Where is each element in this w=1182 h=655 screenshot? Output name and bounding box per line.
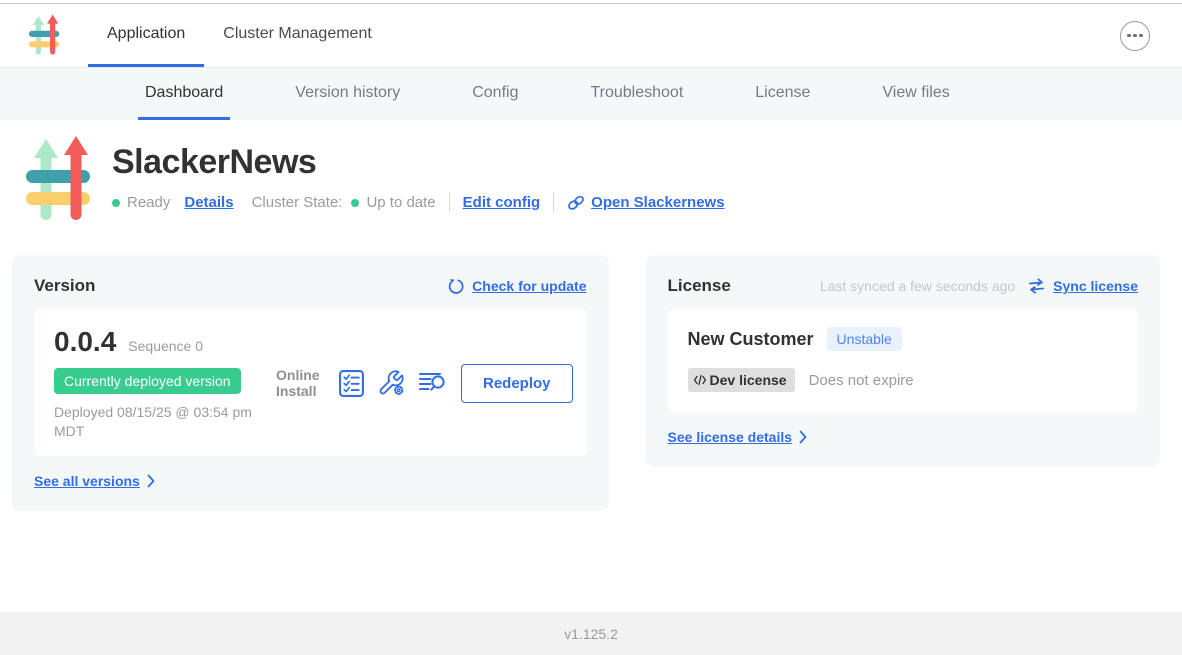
version-card-title: Version	[34, 276, 95, 296]
wrench-gear-icon	[377, 369, 405, 397]
main-nav-tabs: Application Cluster Management	[88, 4, 391, 67]
license-card-header: License Last synced a few seconds ago Sy…	[668, 276, 1138, 296]
sync-arrows-icon	[1027, 278, 1046, 294]
app-header: SlackerNews Ready Details Cluster State:…	[0, 120, 1182, 226]
subnav-troubleshoot-label: Troubleshoot	[590, 84, 683, 102]
subnav-version-history-label: Version history	[295, 84, 400, 102]
app-ready-dot-icon	[112, 199, 120, 207]
lines-magnifier-icon	[418, 371, 448, 395]
edit-config-link[interactable]: Edit config	[463, 194, 541, 211]
edit-config-button[interactable]	[377, 369, 405, 397]
license-card: License Last synced a few seconds ago Sy…	[646, 255, 1160, 467]
app-logo-large-icon	[24, 136, 100, 226]
open-app-label: Open Slackernews	[591, 194, 724, 211]
sync-license-link[interactable]: Sync license	[1027, 278, 1138, 294]
version-info: 0.0.4 Sequence 0 Currently deployed vers…	[54, 326, 276, 441]
subnav-config-label: Config	[472, 84, 518, 102]
deployed-badge: Currently deployed version	[54, 368, 241, 394]
more-menu-button[interactable]	[1120, 21, 1150, 51]
app-subnav: Dashboard Version history Config Trouble…	[0, 68, 1182, 120]
tab-cluster-management[interactable]: Cluster Management	[204, 4, 391, 67]
app-status-row: Ready Details Cluster State: Up to date …	[112, 193, 725, 212]
tab-cluster-management-label: Cluster Management	[223, 25, 372, 43]
chevron-right-icon	[147, 474, 155, 488]
chevron-right-icon	[799, 430, 807, 444]
dashboard-cards: Version Check for update 0.0.4	[0, 226, 1182, 511]
divider	[449, 193, 450, 212]
open-app-link[interactable]: Open Slackernews	[567, 194, 724, 211]
see-license-details-link[interactable]: See license details	[668, 429, 808, 445]
console-version-text: v1.125.2	[564, 626, 618, 642]
version-number: 0.0.4	[54, 326, 116, 358]
subnav-tab-dashboard[interactable]: Dashboard	[138, 68, 230, 120]
code-brackets-icon	[693, 374, 707, 386]
cluster-state-dot-icon	[351, 199, 359, 207]
app-state-text: Ready	[127, 194, 170, 211]
version-card-header: Version Check for update	[34, 276, 587, 296]
cluster-state-label: Cluster State:	[252, 194, 343, 211]
license-customer-row: New Customer Unstable	[688, 327, 1118, 351]
license-type-label: Dev license	[710, 372, 787, 388]
chain-link-icon	[567, 195, 585, 211]
admin-console-page: Application Cluster Management Dashboard…	[0, 0, 1182, 655]
see-license-details-label: See license details	[668, 429, 793, 445]
see-all-versions-link[interactable]: See all versions	[34, 473, 155, 489]
version-sequence: Sequence 0	[128, 338, 203, 354]
subnav-tab-license[interactable]: License	[748, 68, 817, 120]
divider	[553, 193, 554, 212]
console-footer: v1.125.2	[0, 612, 1182, 655]
subnav-tab-troubleshoot[interactable]: Troubleshoot	[583, 68, 690, 120]
license-card-title: License	[668, 276, 731, 296]
view-diff-button[interactable]	[418, 371, 448, 395]
app-title-block: SlackerNews Ready Details Cluster State:…	[112, 136, 725, 226]
page-title: SlackerNews	[112, 143, 725, 182]
license-type-badge: Dev license	[688, 368, 795, 392]
dashboard-main: SlackerNews Ready Details Cluster State:…	[0, 120, 1182, 612]
version-actions: Online Install	[276, 364, 573, 403]
tab-application-label: Application	[107, 25, 185, 43]
checklist-icon	[339, 370, 364, 397]
license-type-row: Dev license Does not expire	[688, 368, 1118, 392]
ellipsis-icon	[1127, 34, 1131, 38]
customer-name: New Customer	[688, 329, 814, 350]
refresh-icon	[447, 277, 465, 295]
app-logo-icon	[28, 14, 64, 58]
subnav-view-files-label: View files	[882, 84, 949, 102]
main-nav: Application Cluster Management	[0, 4, 1182, 68]
tab-application[interactable]: Application	[88, 4, 204, 67]
last-synced-text: Last synced a few seconds ago	[820, 278, 1015, 294]
subnav-tab-version-history[interactable]: Version history	[288, 68, 407, 120]
current-version-panel: 0.0.4 Sequence 0 Currently deployed vers…	[34, 309, 587, 456]
cluster-state-text: Up to date	[366, 194, 435, 211]
install-type-text: Online Install	[276, 367, 326, 401]
subnav-tab-config[interactable]: Config	[465, 68, 525, 120]
subnav-tab-view-files[interactable]: View files	[875, 68, 956, 120]
see-all-versions-label: See all versions	[34, 473, 140, 489]
check-for-update-label: Check for update	[472, 278, 586, 294]
license-panel: New Customer Unstable Dev license Does n…	[668, 309, 1138, 412]
preflight-checks-button[interactable]	[339, 370, 364, 397]
license-expiry-text: Does not expire	[809, 372, 914, 389]
check-for-update-link[interactable]: Check for update	[447, 277, 586, 295]
channel-badge: Unstable	[827, 327, 902, 351]
sync-license-label: Sync license	[1053, 278, 1138, 294]
subnav-license-label: License	[755, 84, 810, 102]
version-card: Version Check for update 0.0.4	[12, 255, 609, 511]
subnav-dashboard-label: Dashboard	[145, 84, 223, 102]
redeploy-button[interactable]: Redeploy	[461, 364, 573, 403]
details-link[interactable]: Details	[184, 194, 233, 211]
deployed-timestamp: Deployed 08/15/25 @ 03:54 pm MDT	[54, 403, 269, 441]
